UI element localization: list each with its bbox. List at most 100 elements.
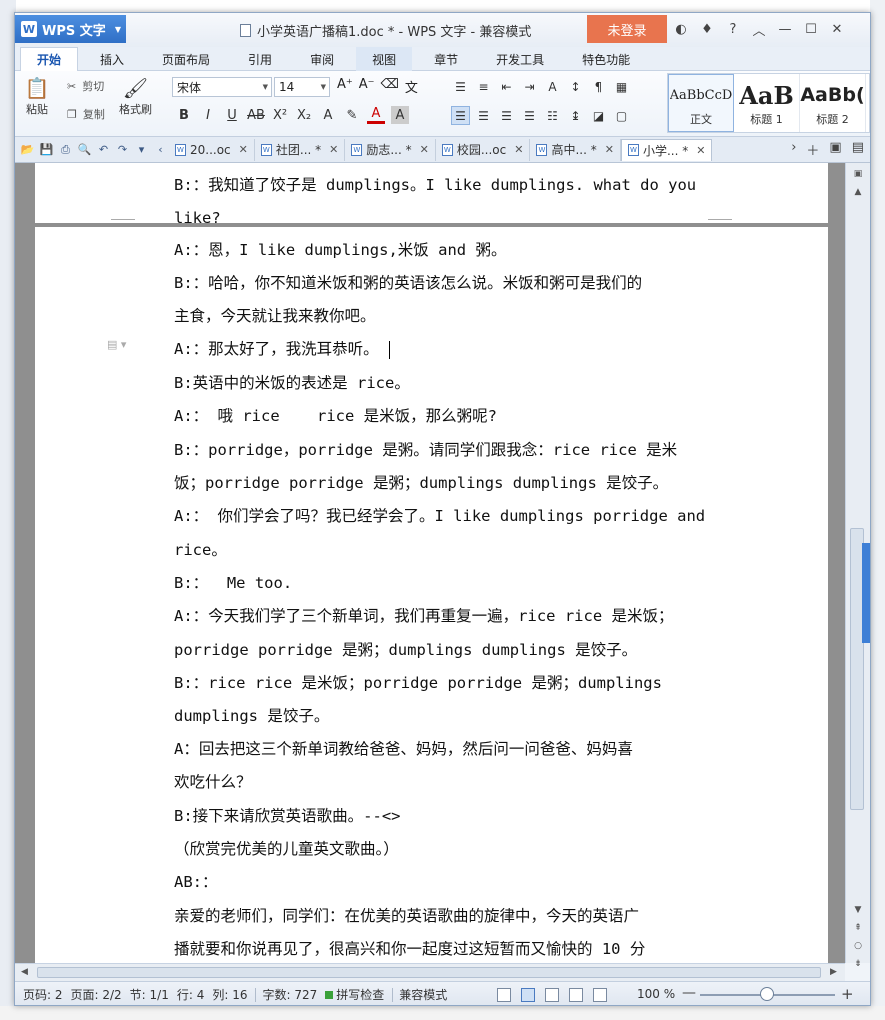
status-pages[interactable]: 页面: 2/2 xyxy=(71,986,122,1003)
show-marks-icon[interactable]: ¶ xyxy=(589,77,608,96)
clear-format-icon[interactable]: ⌫ xyxy=(381,77,399,96)
copy-button[interactable]: ❐ 复制 xyxy=(67,103,105,125)
align-left-icon[interactable]: ☰ xyxy=(451,106,470,125)
style-heading2[interactable]: AaBb( 标题 2 xyxy=(800,74,866,132)
tab-special-features[interactable]: 特色功能 xyxy=(566,47,646,71)
style-heading1[interactable]: AaB 标题 1 xyxy=(734,74,800,132)
tab-scroll-right-icon[interactable]: › xyxy=(791,140,796,159)
text-effect-icon[interactable]: A xyxy=(319,106,337,124)
sort-icon[interactable]: ↕ xyxy=(566,77,585,96)
strikethrough-icon[interactable]: AB xyxy=(247,106,265,124)
minimize-icon[interactable]: — xyxy=(774,19,796,39)
page-view-icon[interactable] xyxy=(521,988,535,1002)
style-normal[interactable]: AaBbCcD 正文 xyxy=(668,74,734,132)
char-shading-icon[interactable]: A xyxy=(391,106,409,124)
chinese-layout-icon[interactable]: A xyxy=(543,77,562,96)
tab-developer[interactable]: 开发工具 xyxy=(480,47,560,71)
web-view-icon[interactable] xyxy=(569,988,583,1002)
next-page-icon[interactable]: ⇟ xyxy=(851,957,865,971)
numbered-list-icon[interactable]: ≡ xyxy=(474,77,493,96)
font-name-select[interactable]: 宋体 ▼ xyxy=(172,77,272,97)
help-icon[interactable]: ? xyxy=(722,19,744,39)
tab-page-layout[interactable]: 页面布局 xyxy=(146,47,226,71)
subscript-icon[interactable]: X₂ xyxy=(295,106,313,124)
scroll-down-icon[interactable]: ▼ xyxy=(851,903,865,917)
scroll-left-icon[interactable]: ◀ xyxy=(21,967,28,977)
save-icon[interactable]: 💾 xyxy=(38,141,55,159)
shading-icon[interactable]: ◪ xyxy=(589,106,608,125)
align-right-icon[interactable]: ☰ xyxy=(497,106,516,125)
paragraph-handle-icon[interactable]: ▤ ▾ xyxy=(107,338,126,351)
status-word-count[interactable]: 字数: 727 xyxy=(262,986,317,1003)
zoom-slider-knob[interactable] xyxy=(760,987,774,1001)
close-icon[interactable]: ✕ xyxy=(329,143,338,156)
collapse-ribbon-icon[interactable]: ︿ xyxy=(748,19,770,39)
close-icon[interactable]: ✕ xyxy=(420,143,429,156)
tab-section[interactable]: 章节 xyxy=(418,47,474,71)
paste-button[interactable]: 📋 粘贴 xyxy=(23,75,51,117)
shrink-font-icon[interactable]: A⁻ xyxy=(359,77,375,96)
tab-insert[interactable]: 插入 xyxy=(84,47,140,71)
fullscreen-view-icon[interactable] xyxy=(497,988,511,1002)
app-menu-button[interactable]: W WPS 文字 ▼ xyxy=(15,15,126,43)
align-center-icon[interactable]: ☰ xyxy=(474,106,493,125)
increase-indent-icon[interactable]: ⇥ xyxy=(520,77,539,96)
document-canvas[interactable]: B:：我知道了饺子是 dumplings。I like dumplings. w… xyxy=(15,163,845,963)
close-icon[interactable]: ✕ xyxy=(239,143,248,156)
redo-icon[interactable]: ↷ xyxy=(114,141,131,159)
table-icon[interactable]: ▦ xyxy=(612,77,631,96)
font-color-icon[interactable]: A xyxy=(367,106,385,124)
grow-font-icon[interactable]: A⁺ xyxy=(337,77,353,96)
distribute-icon[interactable]: ☷ xyxy=(543,106,562,125)
shirt-icon[interactable]: ♦ xyxy=(696,19,718,39)
phonetic-guide-icon[interactable]: 文 xyxy=(405,77,418,96)
scroll-up-icon[interactable]: ▲ xyxy=(851,185,865,199)
close-icon[interactable]: ✕ xyxy=(696,144,705,157)
bullet-list-icon[interactable]: ☰ xyxy=(451,77,470,96)
tab-review[interactable]: 审阅 xyxy=(294,47,350,71)
doc-tab[interactable]: W 校园...oc ✕ xyxy=(436,138,531,161)
superscript-icon[interactable]: X² xyxy=(271,106,289,124)
zoom-in-icon[interactable]: + xyxy=(841,985,854,1003)
close-icon[interactable]: ✕ xyxy=(514,143,523,156)
print-icon[interactable]: ⎙ xyxy=(57,141,74,159)
outline-view-icon[interactable] xyxy=(545,988,559,1002)
horizontal-scroll-thumb[interactable] xyxy=(37,967,821,978)
close-icon[interactable]: ✕ xyxy=(826,19,848,39)
format-painter-button[interactable]: 🖌 格式刷 xyxy=(119,75,152,117)
cut-button[interactable]: ✂ 剪切 xyxy=(67,75,105,97)
task-pane-toggle[interactable] xyxy=(862,543,870,643)
reading-view-icon[interactable] xyxy=(593,988,607,1002)
font-size-select[interactable]: 14 ▼ xyxy=(274,77,330,97)
scroll-right-icon[interactable]: ▶ xyxy=(830,967,837,977)
line-spacing-icon[interactable]: ↨ xyxy=(566,106,585,125)
skin-icon[interactable]: ◐ xyxy=(670,19,692,39)
tab-scroll-left-icon[interactable]: ‹ xyxy=(152,141,169,159)
borders-icon[interactable]: ▢ xyxy=(612,106,631,125)
doc-tab[interactable]: W 20...oc ✕ xyxy=(169,138,255,161)
open-icon[interactable]: 📂 xyxy=(19,141,36,159)
tab-menu-icon[interactable]: ▤ xyxy=(852,140,864,159)
new-tab-icon[interactable]: ＋ xyxy=(806,140,819,159)
zoom-out-icon[interactable]: — xyxy=(682,985,696,1001)
doc-map-icon[interactable]: ▣ xyxy=(851,167,865,181)
tab-list-icon[interactable]: ▣ xyxy=(829,140,841,159)
doc-tab[interactable]: W 高中... * ✕ xyxy=(530,138,621,161)
underline-icon[interactable]: U xyxy=(223,106,241,124)
doc-tab[interactable]: W 社团... * ✕ xyxy=(255,138,346,161)
tab-home[interactable]: 开始 xyxy=(20,47,79,71)
italic-icon[interactable]: I xyxy=(199,106,217,124)
login-button[interactable]: 未登录 xyxy=(587,15,667,43)
undo-icon[interactable]: ↶ xyxy=(95,141,112,159)
customize-dropdown-icon[interactable]: ▾ xyxy=(133,141,150,159)
highlight-icon[interactable]: ✎ xyxy=(343,106,361,124)
select-browse-object-icon[interactable]: ○ xyxy=(851,939,865,953)
horizontal-scrollbar[interactable]: ◀ ▶ xyxy=(15,963,845,981)
doc-tab-active[interactable]: W 小学... * ✕ xyxy=(620,138,713,161)
doc-tab[interactable]: W 励志... * ✕ xyxy=(345,138,436,161)
bold-icon[interactable]: B xyxy=(175,106,193,124)
tab-references[interactable]: 引用 xyxy=(232,47,288,71)
zoom-level[interactable]: 100 % xyxy=(637,987,675,1001)
close-icon[interactable]: ✕ xyxy=(605,143,614,156)
tab-view[interactable]: 视图 xyxy=(356,47,413,71)
